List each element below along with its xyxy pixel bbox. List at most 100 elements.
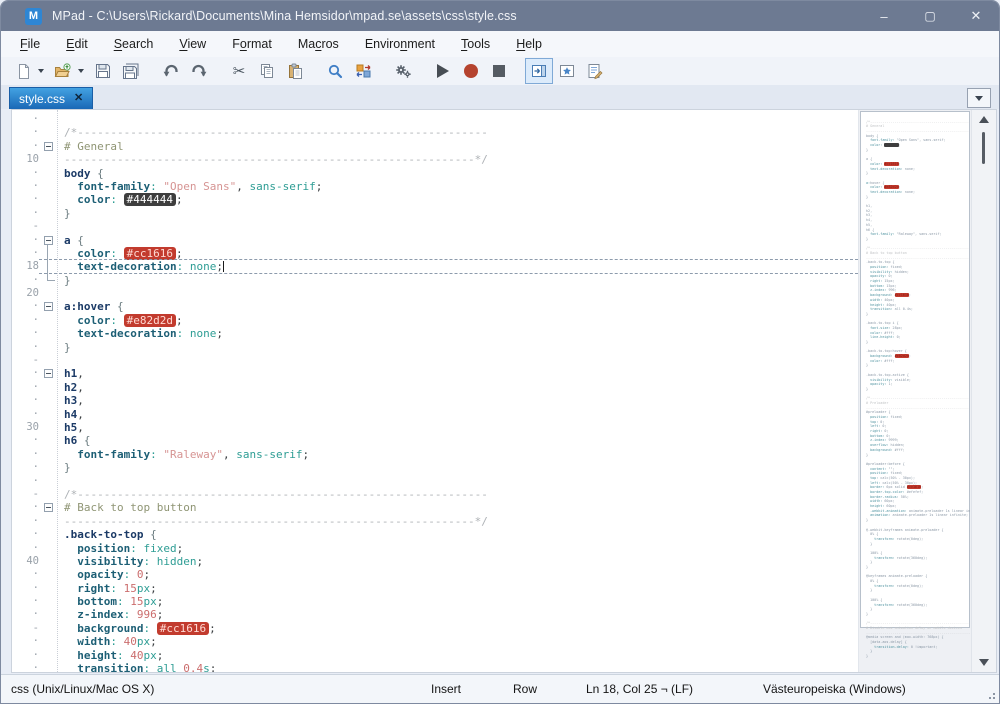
line-number[interactable]: ·	[12, 247, 40, 260]
code-line-text[interactable]: visibility: hidden;	[58, 555, 858, 568]
menu-item-environment[interactable]: Environment	[352, 33, 448, 55]
line-number[interactable]: ·	[12, 300, 40, 313]
line-number[interactable]: ·	[12, 568, 40, 581]
line-number[interactable]: -	[12, 220, 40, 233]
fold-margin[interactable]	[40, 180, 58, 193]
code-line-text[interactable]: ----------------------------------------…	[58, 153, 858, 166]
code-line[interactable]: 40 visibility: hidden;	[12, 555, 858, 568]
code-line[interactable]: · transition: all 0.4s;	[12, 662, 858, 672]
code-line-text[interactable]	[58, 220, 858, 233]
copy-button[interactable]	[253, 58, 281, 84]
code-line-text[interactable]: text-decoration: none;	[58, 260, 858, 273]
code-line-text[interactable]: # Back to top button	[58, 501, 858, 514]
code-line[interactable]: · text-decoration: none;	[12, 327, 858, 340]
code-line-text[interactable]: .back-to-top {	[58, 528, 858, 541]
code-line[interactable]: · bottom: 15px;	[12, 595, 858, 608]
code-line-text[interactable]: color: #e82d2d;	[58, 313, 858, 327]
fold-margin[interactable]	[40, 287, 58, 300]
code-line-text[interactable]: color: #444444;	[58, 193, 858, 207]
fold-margin[interactable]	[40, 394, 58, 407]
code-line-text[interactable]: right: 15px;	[58, 582, 858, 595]
menu-item-file[interactable]: File	[7, 33, 53, 55]
menu-item-search[interactable]: Search	[101, 33, 167, 55]
scroll-down-icon[interactable]	[979, 659, 989, 666]
line-number[interactable]: ·	[12, 528, 40, 541]
fold-margin[interactable]	[40, 555, 58, 568]
fold-margin[interactable]	[40, 635, 58, 648]
cut-button[interactable]: ✂	[225, 58, 253, 84]
code-line[interactable]: · /*-------------------------------------…	[12, 126, 858, 139]
code-line-text[interactable]: }	[58, 207, 858, 220]
line-number[interactable]: ·	[12, 649, 40, 662]
fold-margin[interactable]	[40, 608, 58, 621]
scroll-up-icon[interactable]	[979, 116, 989, 123]
line-number[interactable]: 10	[12, 153, 40, 166]
line-number[interactable]: ·	[12, 167, 40, 180]
line-number[interactable]: ·	[12, 582, 40, 595]
tab-close-icon[interactable]: ✕	[74, 93, 83, 104]
line-number[interactable]: 30	[12, 421, 40, 434]
fold-margin[interactable]	[40, 207, 58, 220]
code-line-text[interactable]: opacity: 0;	[58, 568, 858, 581]
code-line[interactable]: ·}	[12, 341, 858, 354]
code-line[interactable]: · opacity: 0;	[12, 568, 858, 581]
fold-toggle-icon[interactable]	[44, 302, 53, 312]
line-number[interactable]: ·	[12, 341, 40, 354]
fold-margin[interactable]	[40, 488, 58, 501]
minimize-button[interactable]: –	[861, 1, 907, 31]
line-number[interactable]: 18	[12, 260, 40, 273]
menu-item-view[interactable]: View	[166, 33, 219, 55]
macro-settings-button[interactable]	[389, 58, 417, 84]
fold-margin[interactable]	[40, 220, 58, 233]
fold-margin[interactable]	[40, 434, 58, 447]
code-line[interactable]: ·	[12, 475, 858, 488]
fold-margin[interactable]	[40, 193, 58, 206]
fold-margin[interactable]	[40, 247, 58, 260]
paste-button[interactable]	[281, 58, 309, 84]
line-number[interactable]: ·	[12, 461, 40, 474]
fold-margin[interactable]	[40, 167, 58, 180]
side-panel-toggle-button[interactable]	[525, 58, 553, 84]
fold-margin[interactable]	[40, 448, 58, 461]
code-line-text[interactable]: body {	[58, 167, 858, 180]
code-line-text[interactable]: z-index: 996;	[58, 608, 858, 621]
code-line[interactable]: ·}	[12, 274, 858, 287]
code-line-text[interactable]: }	[58, 274, 858, 287]
code-line[interactable]: · .back-to-top {	[12, 528, 858, 541]
menu-item-macros[interactable]: Macros	[285, 33, 352, 55]
code-line-text[interactable]: h3,	[58, 394, 858, 407]
code-line[interactable]: · # Back to top button	[12, 501, 858, 514]
new-file-dropdown-icon[interactable]	[38, 69, 44, 73]
code-line[interactable]: 20	[12, 287, 858, 300]
code-line[interactable]: -	[12, 220, 858, 233]
fold-margin[interactable]	[40, 381, 58, 394]
fold-margin[interactable]	[40, 475, 58, 488]
resize-grip[interactable]	[985, 689, 995, 699]
line-number[interactable]: ·	[12, 542, 40, 555]
code-line-text[interactable]: position: fixed;	[58, 542, 858, 555]
scrollbar-thumb[interactable]	[982, 132, 985, 164]
code-line-text[interactable]	[58, 354, 858, 367]
code-line[interactable]: · body {	[12, 167, 858, 180]
line-number[interactable]: ·	[12, 327, 40, 340]
stop-button[interactable]	[485, 58, 513, 84]
fold-margin[interactable]	[40, 341, 58, 354]
code-line-text[interactable]: }	[58, 461, 858, 474]
fold-margin[interactable]	[40, 421, 58, 434]
tab-style-css[interactable]: style.css ✕	[9, 87, 94, 109]
code-line[interactable]: 18 text-decoration: none;	[12, 259, 858, 275]
menu-item-edit[interactable]: Edit	[53, 33, 101, 55]
edit-settings-button[interactable]	[581, 58, 609, 84]
new-file-button[interactable]	[9, 58, 37, 84]
code-line-text[interactable]: ----------------------------------------…	[58, 515, 858, 528]
close-button[interactable]: ✕	[953, 1, 999, 31]
save-button[interactable]	[89, 58, 117, 84]
line-number[interactable]: ·	[12, 234, 40, 247]
fold-toggle-icon[interactable]	[44, 235, 53, 245]
line-number[interactable]: ·	[12, 381, 40, 394]
line-number[interactable]: ·	[12, 448, 40, 461]
line-number[interactable]: ·	[12, 180, 40, 193]
code-line[interactable]: · color: #cc1616;	[12, 246, 858, 260]
maximize-button[interactable]: ▢	[907, 1, 953, 31]
code-line[interactable]: · right: 15px;	[12, 582, 858, 595]
